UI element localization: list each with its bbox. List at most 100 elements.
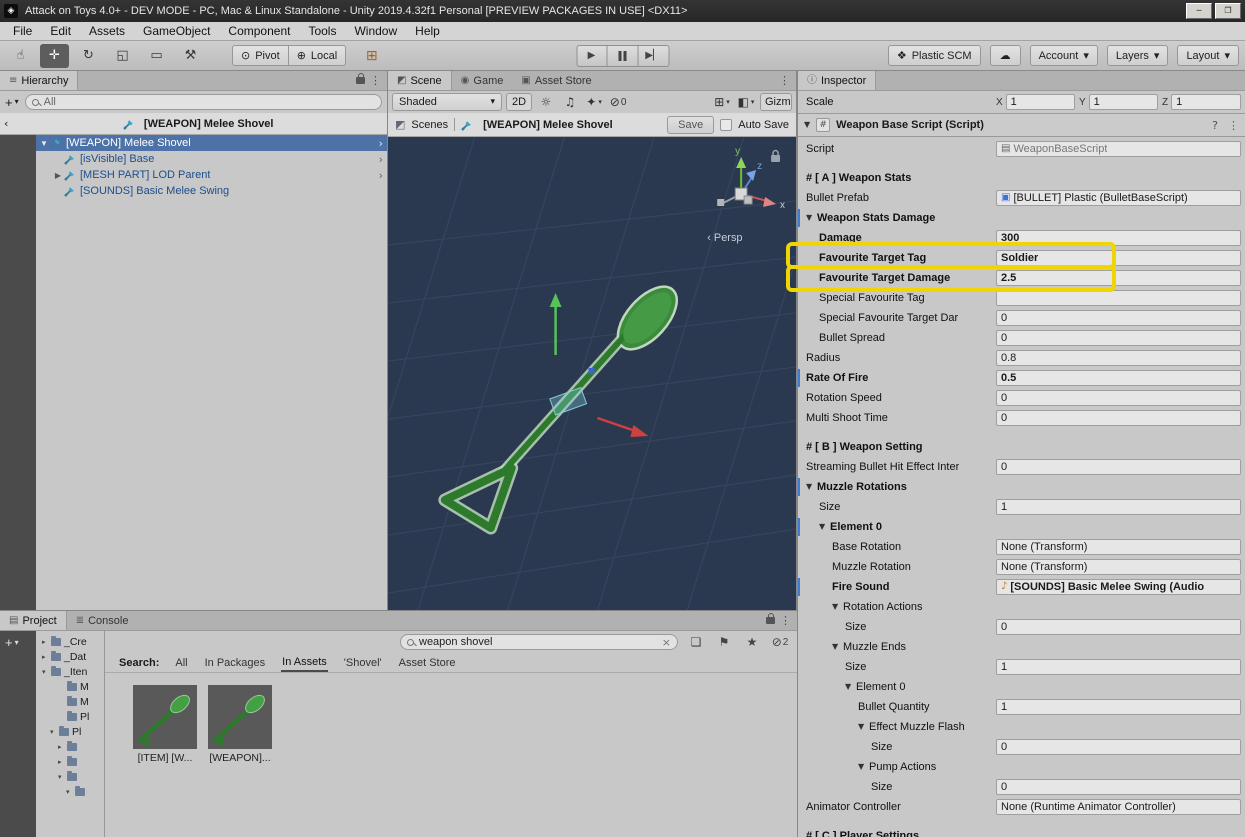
tab-hierarchy[interactable]: Hierarchy (0, 71, 79, 90)
menu-item[interactable]: Window (345, 22, 406, 40)
hierarchy-item[interactable]: [isVisible] Base (36, 151, 387, 167)
search-scope-tab[interactable]: In Packages (204, 655, 267, 671)
shading-mode-dropdown[interactable]: Shaded (392, 93, 502, 111)
property-field[interactable]: None (Transform) (996, 539, 1241, 555)
foldout-arrow-icon[interactable]: ▸ (42, 653, 51, 661)
clear-search-icon[interactable] (662, 637, 671, 648)
pause-button[interactable] (607, 45, 638, 67)
kebab-menu-icon[interactable] (1228, 120, 1239, 131)
property-field[interactable]: 0 (996, 330, 1241, 346)
foldout-arrow-icon[interactable]: ▼ (858, 763, 869, 771)
hidden-count-toggle[interactable]: 2 (770, 633, 790, 651)
kebab-menu-icon[interactable] (779, 75, 790, 86)
property-field[interactable]: 0 (996, 779, 1241, 795)
foldout-arrow-icon[interactable]: ▼ (832, 643, 843, 651)
create-asset-button[interactable]: + (5, 635, 19, 650)
breadcrumb-object[interactable]: [WEAPON] Melee Shovel (483, 119, 613, 131)
local-toggle-button[interactable]: Local (288, 45, 347, 66)
layout-dropdown[interactable]: Layout (1177, 45, 1239, 66)
property-field[interactable]: 0 (996, 739, 1241, 755)
foldout-arrow-icon[interactable]: ▼ (858, 723, 869, 731)
folder-item[interactable]: ▸ (36, 739, 104, 754)
menu-item[interactable]: Edit (41, 22, 80, 40)
hierarchy-item[interactable]: ▼ [WEAPON] Melee Shovel (36, 135, 387, 151)
view-tab[interactable]: Asset Store (512, 71, 600, 90)
folder-item[interactable]: Pl (36, 709, 104, 724)
foldout-arrow-icon[interactable]: ▼ (804, 121, 810, 129)
scale-tool-button[interactable] (108, 44, 137, 68)
property-field[interactable]: None (Transform) (996, 559, 1241, 575)
menu-item[interactable]: Tools (299, 22, 345, 40)
chevron-right-icon[interactable] (379, 138, 383, 149)
property-field[interactable]: Soldier (996, 250, 1241, 266)
lock-icon[interactable] (766, 613, 775, 624)
property-field[interactable]: WeaponBaseScript (996, 141, 1241, 157)
foldout-arrow-icon[interactable]: ▾ (50, 728, 59, 736)
chevron-right-icon[interactable] (379, 154, 383, 165)
autosave-checkbox[interactable] (720, 118, 733, 131)
property-field[interactable]: [SOUNDS] Basic Melee Swing (Audio (996, 579, 1241, 595)
property-field[interactable]: 1 (996, 499, 1241, 515)
foldout-arrow-icon[interactable]: ▼ (819, 523, 830, 531)
breadcrumb[interactable]: [WEAPON] Melee Shovel (144, 118, 274, 130)
view-tab[interactable]: Game (452, 71, 513, 90)
favorite-icon[interactable] (742, 633, 762, 651)
panel-tab[interactable]: Console (67, 611, 138, 630)
hidden-objects-toggle[interactable]: 0 (608, 93, 628, 111)
audio-toggle[interactable] (560, 93, 580, 111)
scale-z-field[interactable]: 1 (1171, 94, 1241, 110)
rect-tool-button[interactable] (142, 44, 171, 68)
foldout-arrow-icon[interactable]: ▼ (806, 483, 817, 491)
hand-tool-button[interactable] (6, 44, 35, 68)
pivot-toggle-button[interactable]: Pivot (232, 45, 289, 66)
folder-item[interactable]: ▸ (36, 754, 104, 769)
property-field[interactable]: None (Runtime Animator Controller) (996, 799, 1241, 815)
chevron-right-icon[interactable] (379, 170, 383, 181)
camera-settings-dropdown[interactable] (736, 93, 756, 111)
menu-item[interactable]: GameObject (134, 22, 219, 40)
foldout-arrow-icon[interactable]: ▶ (52, 171, 64, 180)
asset-item[interactable]: [ITEM] [W... (133, 685, 197, 764)
foldout-arrow-icon[interactable]: ▾ (58, 773, 67, 781)
gizmos-dropdown[interactable]: Gizmos (760, 93, 792, 111)
tab-inspector[interactable]: Inspector (798, 71, 877, 90)
property-field[interactable]: 1 (996, 699, 1241, 715)
move-tool-button[interactable] (40, 43, 69, 68)
asset-item[interactable]: [WEAPON]... (208, 685, 272, 764)
grid-snap-button[interactable] (357, 44, 386, 68)
2d-toggle[interactable]: 2D (506, 93, 533, 111)
foldout-arrow-icon[interactable]: ▼ (845, 683, 856, 691)
foldout-arrow-icon[interactable]: ▾ (66, 788, 75, 796)
search-scope-tab[interactable]: Asset Store (398, 655, 457, 671)
property-field[interactable]: 300 (996, 230, 1241, 246)
play-button[interactable] (576, 45, 607, 67)
menu-item[interactable]: Component (219, 22, 299, 40)
lock-icon[interactable] (356, 73, 365, 84)
property-field[interactable]: 2.5 (996, 270, 1241, 286)
custom-tools-button[interactable] (176, 44, 205, 68)
property-field[interactable]: 0 (996, 459, 1241, 475)
effects-dropdown[interactable] (584, 93, 604, 111)
view-tab[interactable]: Scene (388, 71, 452, 90)
menu-item[interactable]: Help (406, 22, 449, 40)
search-scope-tab[interactable]: All (174, 655, 188, 671)
folder-item[interactable]: ▾ (36, 769, 104, 784)
property-field[interactable] (996, 290, 1241, 306)
layers-dropdown[interactable]: Layers (1106, 45, 1169, 66)
folder-item[interactable]: ▸ _Dat (36, 649, 104, 664)
foldout-arrow-icon[interactable]: ▼ (38, 139, 50, 148)
property-field[interactable]: [BULLET] Plastic (BulletBaseScript) (996, 190, 1241, 206)
folder-item[interactable]: M (36, 694, 104, 709)
lighting-toggle[interactable] (536, 93, 556, 111)
foldout-arrow-icon[interactable]: ▼ (832, 603, 843, 611)
folder-item[interactable]: ▾ _Iten (36, 664, 104, 679)
minimize-button[interactable] (1186, 3, 1212, 19)
rotate-tool-button[interactable] (74, 44, 103, 68)
property-field[interactable]: 0.5 (996, 370, 1241, 386)
scene-viewport[interactable]: y x z ‹ Persp (388, 137, 796, 610)
plastic-scm-button[interactable]: Plastic SCM (887, 45, 981, 66)
search-scope-tab[interactable]: In Assets (281, 654, 328, 672)
folder-item[interactable]: M (36, 679, 104, 694)
perspective-label[interactable]: ‹ Persp (707, 232, 742, 244)
folder-item[interactable]: ▾ (36, 784, 104, 799)
